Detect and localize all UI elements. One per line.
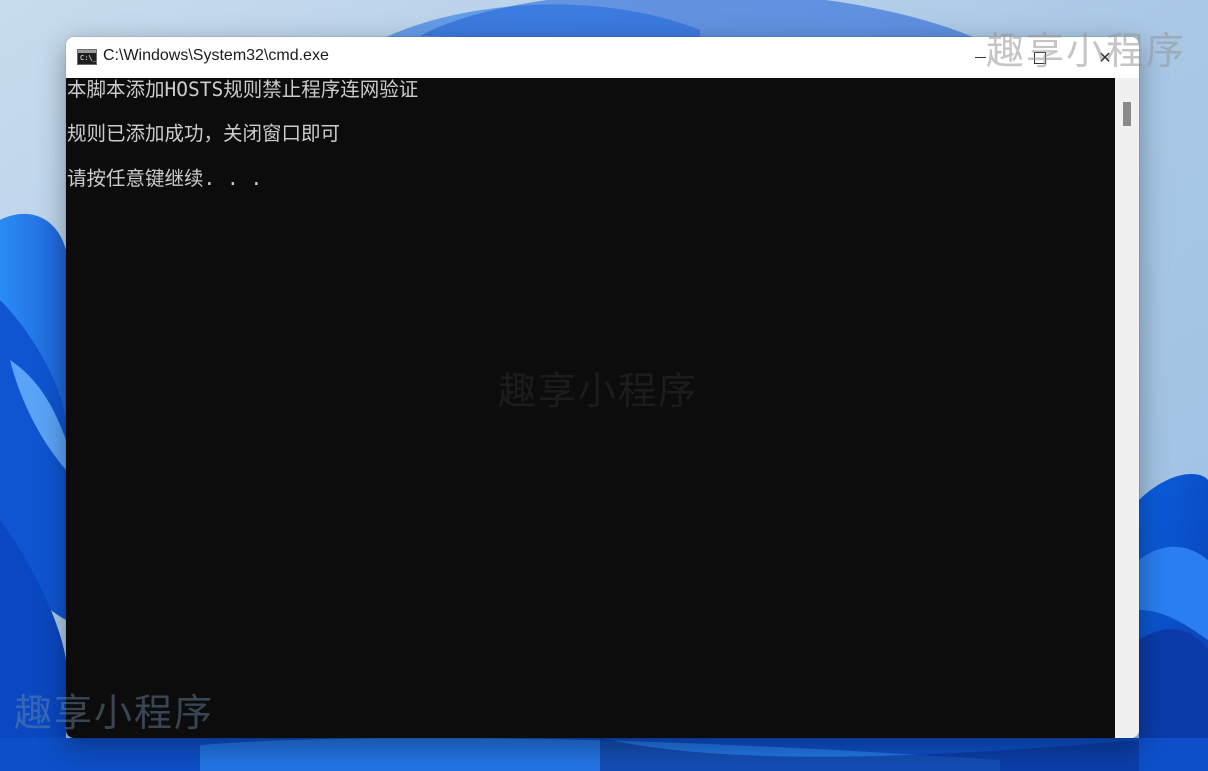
title-bar[interactable]: C:\_ C:\Windows\System32\cmd.exe ✕ [66,37,1139,78]
watermark-center: 趣享小程序 [498,369,699,413]
vertical-scrollbar[interactable] [1115,78,1139,738]
icon-title-strip [78,50,96,53]
scrollbar-thumb[interactable] [1123,102,1131,126]
watermark-bottom: 趣享小程序 [14,691,215,735]
cmd-icon[interactable]: C:\_ [77,49,97,65]
window-title: C:\Windows\System32\cmd.exe [103,47,329,64]
console-line: 规则已添加成功，关闭窗口即可 [67,122,341,145]
console-line: 请按任意键继续. . . [67,167,263,190]
desktop: C:\_ C:\Windows\System32\cmd.exe ✕ 本脚本添加… [0,0,1208,771]
icon-prompt-text: C:\_ [80,54,97,62]
console-line: 本脚本添加HOSTS规则禁止程序连网验证 [67,78,419,101]
minimize-icon [974,57,986,58]
watermark-top: 趣享小程序 [986,29,1187,73]
